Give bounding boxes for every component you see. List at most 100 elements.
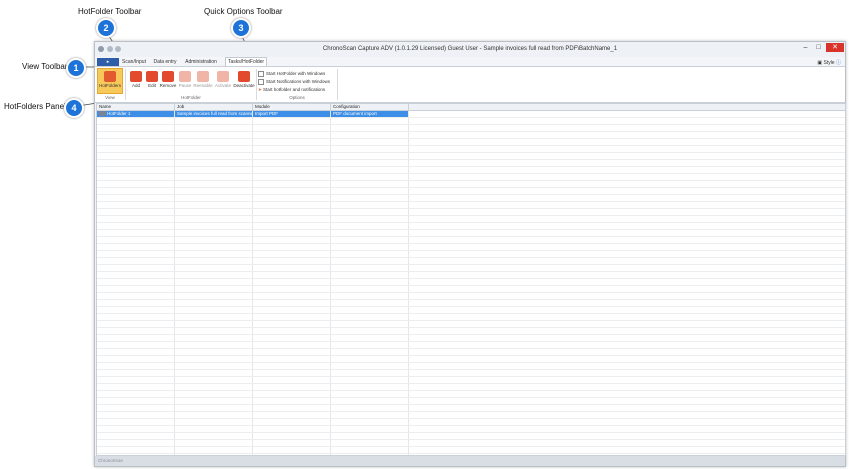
empty-cell [331,244,409,250]
empty-cell [175,279,253,285]
empty-cell [175,447,253,453]
empty-cell [253,293,331,299]
tab-scan-input[interactable]: Scan/Input [120,58,148,66]
start-notifications-with-windows-option[interactable]: Start Notifications with Windows [258,79,330,85]
empty-row [97,419,845,426]
empty-row [97,335,845,342]
empty-cell [175,342,253,348]
empty-cell [253,153,331,159]
add-folder-icon [130,71,142,82]
view-group-label: View [105,95,115,100]
close-button[interactable]: ✕ [826,43,844,52]
empty-cell [253,349,331,355]
deactivate-button[interactable]: Deactivate [233,69,255,88]
pause-folder-icon [179,71,191,82]
empty-cell [97,426,175,432]
empty-cell [97,328,175,334]
grid-header: Name Job Module Configuration [97,104,845,111]
empty-row [97,139,845,146]
empty-cell [175,160,253,166]
empty-cell [253,286,331,292]
callout-label-hotfolder-toolbar: HotFolder Toolbar [78,7,142,16]
pause-button[interactable]: Pause [176,69,194,88]
empty-cell [175,202,253,208]
empty-cell [331,223,409,229]
tab-tasks-hotfolder[interactable]: Tasks/HotFolder [225,57,267,66]
empty-row [97,209,845,216]
tab-data-entry[interactable]: Data entry [151,58,179,66]
empty-cell [253,433,331,439]
empty-cell [175,230,253,236]
empty-cell [175,286,253,292]
maximize-button[interactable]: □ [812,43,825,52]
hotfolders-view-button[interactable]: HotFolders [97,68,123,94]
start-hotfolder-and-notifications-option[interactable]: ➤ Start hotfolder and notifications [258,87,325,93]
start-hotfolder-with-windows-option[interactable]: Start HotFolder with Windows [258,71,325,77]
empty-cell [175,125,253,131]
tab-administration[interactable]: Administration [183,58,219,66]
empty-cell [253,125,331,131]
empty-cell [175,398,253,404]
empty-cell [331,174,409,180]
empty-cell [97,216,175,222]
empty-cell [175,335,253,341]
style-menu[interactable]: ▣ Style ⓘ [817,59,841,66]
empty-cell [331,279,409,285]
empty-cell [253,202,331,208]
empty-cell [331,314,409,320]
empty-cell [331,363,409,369]
empty-cell [331,433,409,439]
remove-button[interactable]: Remove [159,69,177,88]
empty-cell [253,412,331,418]
empty-cell [331,384,409,390]
empty-cell [175,307,253,313]
empty-cell [175,146,253,152]
table-row[interactable]: HotFolder 1 Sample invoices full read fr… [97,111,845,118]
empty-cell [175,419,253,425]
empty-cell [253,398,331,404]
empty-cell [175,363,253,369]
empty-cell [175,265,253,271]
empty-row [97,300,845,307]
empty-cell [175,293,253,299]
empty-cell [331,447,409,453]
empty-row [97,174,845,181]
activate-button[interactable]: Activate [213,69,233,88]
rocket-icon: ➤ [258,87,262,92]
empty-cell [253,209,331,215]
file-menu-button[interactable]: ▸ [97,58,119,66]
empty-cell [253,321,331,327]
column-header-name[interactable]: Name [97,104,175,110]
empty-cell [175,188,253,194]
empty-cell [331,370,409,376]
remove-label: Remove [159,83,177,88]
minimize-button[interactable]: – [799,43,812,52]
remove-folder-icon [162,71,174,82]
empty-cell [175,440,253,446]
callout-badge-2: 2 [96,18,116,38]
checkbox[interactable] [258,79,264,85]
empty-cell [253,223,331,229]
callout-label-hotfolders-panel: HotFolders Panel [4,102,66,111]
column-header-configuration[interactable]: Configuration [331,104,409,110]
empty-cell [253,258,331,264]
empty-cell [175,195,253,201]
empty-cell [97,272,175,278]
empty-cell [253,328,331,334]
empty-cell [97,209,175,215]
empty-cell [97,146,175,152]
empty-cell [331,307,409,313]
empty-cell [253,216,331,222]
column-header-job[interactable]: Job [175,104,253,110]
reenable-button[interactable]: Reenable [193,69,213,88]
reenable-folder-icon [197,71,209,82]
group-separator [125,69,126,100]
empty-cell [175,349,253,355]
empty-cell [331,335,409,341]
empty-cell [331,377,409,383]
empty-cell [175,223,253,229]
callout-badge-3: 3 [231,18,251,38]
column-header-module[interactable]: Module [253,104,331,110]
empty-cell [253,363,331,369]
checkbox[interactable] [258,71,264,77]
